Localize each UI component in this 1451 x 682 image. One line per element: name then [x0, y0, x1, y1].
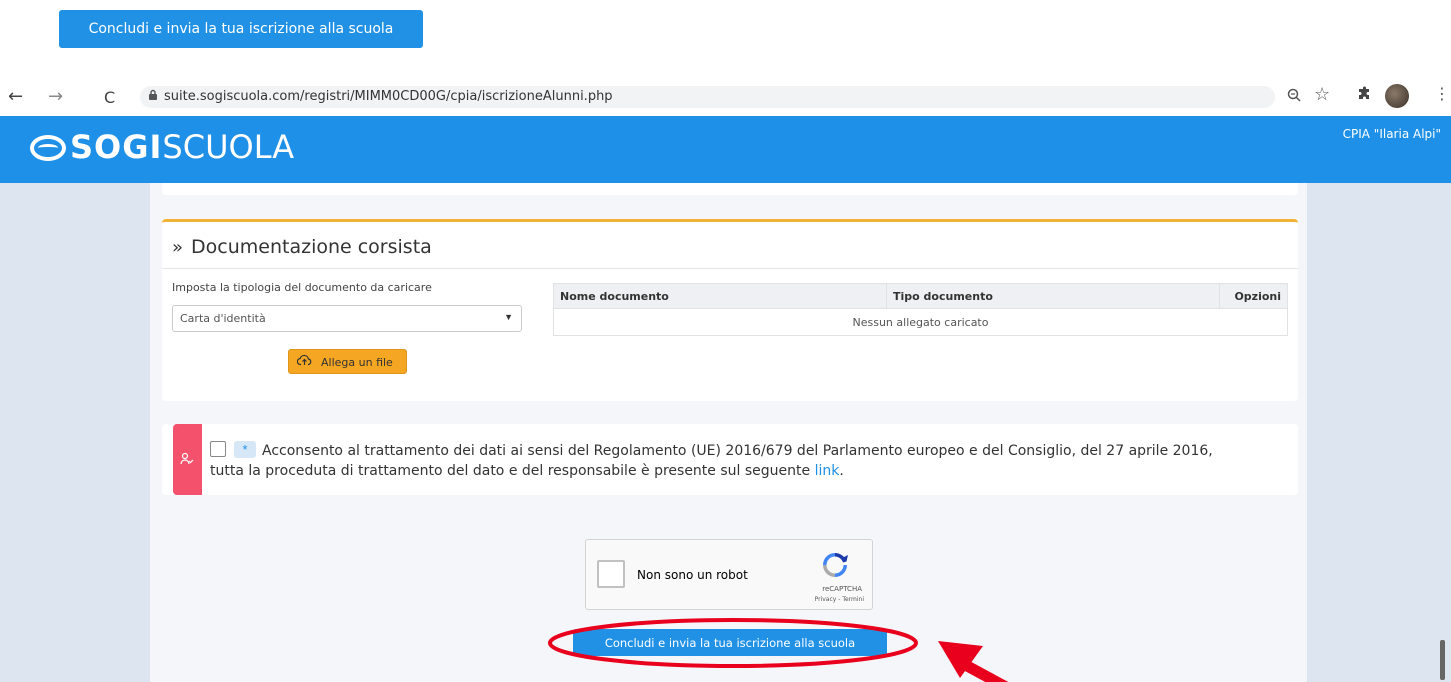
consent-text: Acconsento al trattamento dei dati ai se… — [210, 443, 1213, 479]
profile-avatar[interactable] — [1385, 84, 1409, 108]
consent-side-bar — [173, 424, 202, 495]
page-scrollbar[interactable] — [1440, 640, 1445, 680]
attach-file-button[interactable]: Allega un file — [288, 349, 407, 374]
caret-down-icon: ▼ — [504, 312, 513, 322]
recaptcha-logo-icon — [820, 550, 850, 580]
user-check-icon — [180, 452, 194, 469]
browser-toolbar: ← → C suite.sogiscuola.com/registri/MIMM… — [0, 82, 1451, 112]
app-header: SOGISCUOLA CPIA "Ilaria Alpi" — [0, 116, 1451, 183]
cloud-upload-icon — [296, 354, 312, 370]
submit-enrollment-button[interactable]: Concludi e invia la tua iscrizione alla … — [573, 629, 887, 656]
document-type-label: Imposta la tipologia del documento da ca… — [172, 281, 432, 294]
submit-enrollment-button-top[interactable]: Concludi e invia la tua iscrizione alla … — [59, 10, 423, 48]
extensions-icon[interactable] — [1357, 86, 1373, 106]
documents-table: Nome documento Tipo documento Opzioni Ne… — [553, 283, 1288, 336]
address-bar[interactable]: suite.sogiscuola.com/registri/MIMM0CD00G… — [140, 86, 1275, 108]
star-icon[interactable]: ☆ — [1314, 84, 1330, 105]
forward-arrow-icon[interactable]: → — [48, 86, 63, 107]
documentation-card: » Documentazione corsista Imposta la tipo… — [162, 219, 1298, 401]
double-chevron-icon: » — [172, 237, 184, 258]
recaptcha-brand: reCAPTCHA — [822, 585, 862, 593]
sogiscuola-logo: SOGISCUOLA — [30, 128, 294, 166]
previous-card-bottom — [162, 183, 1298, 195]
url-text: suite.sogiscuola.com/registri/MIMM0CD00G… — [164, 89, 613, 104]
privacy-link[interactable]: link — [815, 463, 840, 479]
recaptcha-privacy-terms[interactable]: Privacy - Termini — [815, 596, 864, 603]
document-type-select[interactable]: Carta d'identità ▼ — [172, 305, 522, 332]
section-title: » Documentazione corsista — [172, 236, 432, 258]
logo-wave-icon — [30, 135, 66, 161]
empty-table-message: Nessun allegato caricato — [553, 308, 1288, 336]
table-row: Nessun allegato caricato — [553, 308, 1288, 336]
divider — [162, 268, 1298, 269]
column-header-type: Tipo documento — [886, 283, 1220, 309]
consent-card: * Acconsento al trattamento dei dati ai … — [162, 424, 1298, 495]
school-name: CPIA "Ilaria Alpi" — [1342, 127, 1441, 141]
recaptcha-widget: Non sono un robot reCAPTCHA Privacy - Te… — [585, 539, 873, 610]
recaptcha-checkbox[interactable] — [597, 560, 625, 588]
kebab-menu-icon[interactable]: ⋮ — [1434, 84, 1450, 103]
back-arrow-icon[interactable]: ← — [8, 86, 23, 107]
reload-icon[interactable]: C — [104, 88, 115, 107]
zoom-icon[interactable] — [1287, 87, 1301, 106]
consent-checkbox[interactable] — [210, 441, 226, 457]
required-asterisk-icon: * — [234, 441, 256, 458]
lock-icon — [148, 89, 158, 104]
column-header-name: Nome documento — [553, 283, 887, 309]
recaptcha-label: Non sono un robot — [637, 568, 748, 582]
column-header-options: Opzioni — [1219, 283, 1288, 309]
selected-document-type: Carta d'identità — [180, 312, 266, 325]
